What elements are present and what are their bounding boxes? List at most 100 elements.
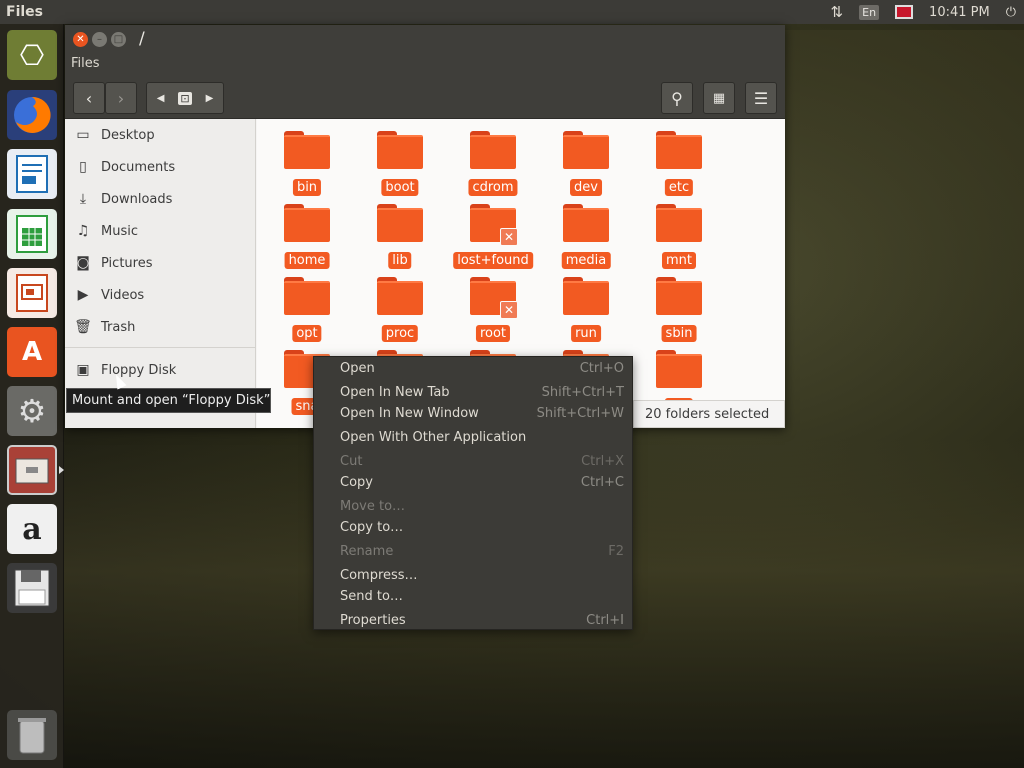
network-icon[interactable]: ⇅ <box>823 0 852 24</box>
firefox-icon[interactable] <box>7 90 57 140</box>
trash-icon[interactable] <box>7 710 57 760</box>
folder-item[interactable]: media <box>546 204 626 274</box>
toolbar: ‹ › ◀ ⊡ ▶ ⚲ ▦ ☰ <box>65 77 785 119</box>
folder-icon <box>470 131 516 169</box>
sidebar-item-downloads[interactable]: ⤓ Downloads <box>65 183 256 215</box>
session-indicator-icon[interactable] <box>887 0 921 24</box>
music-icon: ♫ <box>76 223 90 239</box>
context-menu: Open Ctrl+O Open In New Tab Shift+Ctrl+T Ope… <box>313 356 633 630</box>
folder-item[interactable]: dev <box>546 131 626 201</box>
folder-icon <box>656 350 702 388</box>
sidebar-item-label: Documents <box>101 159 176 175</box>
folder-item[interactable]: etc <box>639 131 719 201</box>
clock[interactable]: 10:41 PM <box>921 0 998 24</box>
menu-item-label: Send to… <box>340 588 403 604</box>
sidebar: ▭ Desktop ▯ Documents ⤓ Downloads ♫ Music ◙ P… <box>65 119 256 428</box>
folder-item[interactable]: sbin <box>639 277 719 347</box>
menu-item-label: Properties <box>340 612 406 628</box>
folder-icon <box>377 204 423 242</box>
amazon-icon[interactable]: a <box>7 504 57 554</box>
folder-name: cdrom <box>468 179 518 196</box>
software-center-icon[interactable]: A <box>7 327 57 377</box>
menu-item-compress[interactable]: Compress… <box>314 564 632 586</box>
folder-item[interactable]: opt <box>267 277 347 347</box>
folder-icon <box>284 277 330 315</box>
folder-icon <box>284 131 330 169</box>
calc-icon[interactable] <box>7 209 57 259</box>
running-indicator <box>59 466 64 474</box>
folder-name: root <box>475 325 511 342</box>
menu-item-accelerator: Shift+Ctrl+T <box>541 384 624 400</box>
menu-item-open-with-other-application[interactable]: Open With Other Application <box>314 426 632 448</box>
close-button[interactable]: ✕ <box>73 32 88 47</box>
power-icon[interactable]: ⏻ <box>998 0 1024 24</box>
menu-item-copy[interactable]: Copy Ctrl+C <box>314 471 632 493</box>
back-button[interactable]: ‹ <box>73 82 105 114</box>
menu-item-send-to[interactable]: Send to… <box>314 585 632 607</box>
folder-item[interactable]: bin <box>267 131 347 201</box>
menu-item-open-in-new-window[interactable]: Open In New Window Shift+Ctrl+W <box>314 402 632 424</box>
grid-icon: ▦ <box>712 90 726 106</box>
sidebar-item-documents[interactable]: ▯ Documents <box>65 151 256 183</box>
view-toggle-button[interactable]: ▦ <box>703 82 735 114</box>
sidebar-item-desktop[interactable]: ▭ Desktop <box>65 119 256 151</box>
search-button[interactable]: ⚲ <box>661 82 693 114</box>
folder-item[interactable]: home <box>267 204 347 274</box>
sidebar-item-floppy-disk[interactable]: ▣ Floppy Disk <box>65 354 256 386</box>
folder-name: opt <box>292 325 322 342</box>
video-icon: ▶ <box>77 287 89 303</box>
forward-button[interactable]: › <box>105 82 137 114</box>
folder-item[interactable]: ✕ lost+found <box>453 204 533 274</box>
titlebar[interactable]: ✕ – □ / <box>65 25 785 55</box>
app-menu-label[interactable]: Files <box>71 56 100 71</box>
selection-status: 20 folders selected <box>633 400 785 428</box>
menu-item-open-in-new-tab[interactable]: Open In New Tab Shift+Ctrl+T <box>314 381 632 403</box>
folder-icon <box>563 277 609 315</box>
minimize-button[interactable]: – <box>92 32 107 47</box>
impress-icon[interactable] <box>7 268 57 318</box>
menu-button[interactable]: ☰ <box>745 82 777 114</box>
folder-item[interactable]: run <box>546 277 626 347</box>
folder-item[interactable]: lib <box>360 204 440 274</box>
folder-icon: ✕ <box>470 277 518 319</box>
app-menu[interactable]: Files <box>65 55 785 77</box>
sidebar-item-pictures[interactable]: ◙ Pictures <box>65 247 256 279</box>
writer-icon[interactable] <box>7 149 57 199</box>
floppy-disk-icon[interactable] <box>7 563 57 613</box>
folder-item[interactable]: cdrom <box>453 131 533 201</box>
menu-item-properties[interactable]: Properties Ctrl+I <box>314 609 632 631</box>
folder-item[interactable]: proc <box>360 277 440 347</box>
menu-item-label: Copy to… <box>340 519 404 535</box>
sidebar-item-music[interactable]: ♫ Music <box>65 215 256 247</box>
folder-name: sbin <box>661 325 697 342</box>
path-bar[interactable]: ◀ ⊡ ▶ <box>146 82 224 114</box>
disk-icon[interactable]: ⊡ <box>178 91 192 105</box>
lang-label: En <box>859 4 880 20</box>
folder-item[interactable]: mnt <box>639 204 719 274</box>
path-left-arrow-icon[interactable]: ◀ <box>157 93 165 104</box>
folder-icon <box>656 131 702 169</box>
menu-item-label: Rename <box>340 543 394 559</box>
sidebar-item-label: Music <box>101 223 138 239</box>
keyboard-language-indicator[interactable]: En <box>851 0 887 24</box>
hamburger-icon: ☰ <box>753 88 769 108</box>
folder-item[interactable]: ✕ root <box>453 277 533 347</box>
indicator-area: ⇅ En 10:41 PM ⏻ <box>823 0 1024 24</box>
trash-icon: 🗑︎ <box>74 319 92 335</box>
path-right-arrow-icon[interactable]: ▶ <box>206 93 214 104</box>
sidebar-item-videos[interactable]: ▶ Videos <box>65 279 256 311</box>
menu-item-copy-to[interactable]: Copy to… <box>314 516 632 538</box>
folder-icon <box>656 204 702 242</box>
menu-item-accelerator: F2 <box>608 543 624 559</box>
sidebar-item-trash[interactable]: 🗑︎ Trash <box>65 311 256 343</box>
folder-name: dev <box>570 179 602 196</box>
menu-item-label: Open In New Tab <box>340 384 450 400</box>
menu-item-open[interactable]: Open Ctrl+O <box>314 357 632 379</box>
folder-item[interactable]: boot <box>360 131 440 201</box>
folder-name: boot <box>381 179 419 196</box>
settings-icon[interactable]: ⚙ <box>7 386 57 436</box>
downloads-icon: ⤓ <box>79 191 87 207</box>
files-icon[interactable] <box>7 445 57 495</box>
maximize-button[interactable]: □ <box>111 32 126 47</box>
ubuntu-logo-icon[interactable]: ⎔ <box>7 30 57 80</box>
